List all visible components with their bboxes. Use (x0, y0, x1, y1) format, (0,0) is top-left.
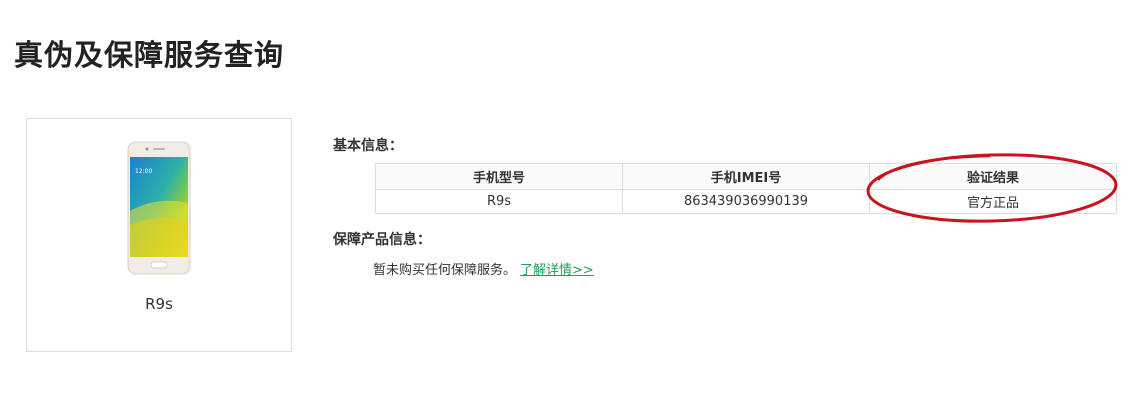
basic-info-table: 手机型号 手机IMEI号 验证结果 R9s 863439036990139 官方… (375, 163, 1117, 214)
phone-image: 12:00 (127, 141, 191, 275)
verification-page: 真伪及保障服务查询 12:00 R9s 基本信息： 手机型号 手机IMEI号 验… (0, 0, 1146, 415)
table-header-row: 手机型号 手机IMEI号 验证结果 (375, 163, 1117, 190)
product-card: 12:00 R9s (26, 118, 292, 352)
learn-more-link[interactable]: 了解详情>> (520, 263, 594, 278)
basic-info-label: 基本信息： (333, 138, 403, 154)
cell-verification-result: 官方正品 (869, 189, 1117, 214)
table-row: R9s 863439036990139 官方正品 (375, 189, 1117, 214)
page-title: 真伪及保障服务查询 (14, 38, 285, 72)
warranty-info-label: 保障产品信息： (333, 232, 431, 248)
svg-text:12:00: 12:00 (135, 168, 152, 175)
header-verification-result: 验证结果 (869, 163, 1117, 190)
cell-model: R9s (375, 189, 623, 214)
header-imei: 手机IMEI号 (622, 163, 870, 190)
cell-imei: 863439036990139 (622, 189, 870, 214)
warranty-status: 暂未购买任何保障服务。 了解详情>> (373, 259, 594, 278)
warranty-status-text: 暂未购买任何保障服务。 (373, 263, 517, 278)
header-model: 手机型号 (375, 163, 623, 190)
product-name: R9s (145, 295, 173, 313)
